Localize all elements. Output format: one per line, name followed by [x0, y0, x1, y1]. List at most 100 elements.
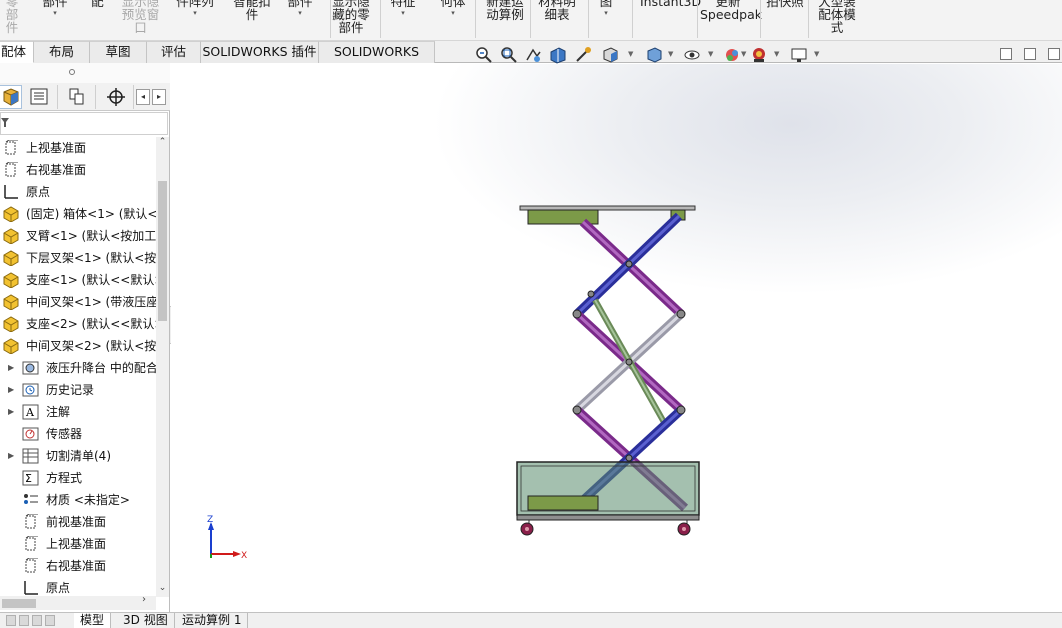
- chevron-down-icon[interactable]: ▼: [814, 50, 819, 58]
- ribbon-button-1[interactable]: 部件 ▾: [38, 0, 72, 18]
- panel-tabs-left-button[interactable]: ◂: [136, 89, 150, 105]
- tab-4[interactable]: SOLIDWORKS 插件: [201, 41, 319, 63]
- ribbon-button-9[interactable]: 何体 ▾: [438, 0, 468, 18]
- prev-tab-icon[interactable]: [19, 615, 29, 626]
- tree-item[interactable]: 下层叉架<1> (默认<按: [0, 247, 156, 269]
- ribbon-button-7[interactable]: 显示隐 藏的零 部件: [330, 0, 372, 34]
- hide-show-items-icon[interactable]: [683, 46, 701, 64]
- tab-3[interactable]: 评估: [147, 41, 201, 63]
- tab-1[interactable]: 布局: [34, 41, 90, 63]
- tree-item[interactable]: 上视基准面: [0, 533, 156, 555]
- graphics-area[interactable]: Z X: [171, 64, 1062, 612]
- ribbon-button-16[interactable]: 大型装 配体模式: [815, 0, 859, 34]
- display-style-icon[interactable]: [645, 46, 663, 64]
- tree-item[interactable]: 支座<2> (默认<<默认>: [0, 313, 156, 335]
- tab-5[interactable]: SOLIDWORKS MBD: [319, 41, 435, 79]
- tree-item[interactable]: 叉臂<1> (默认<按加工: [0, 225, 156, 247]
- chevron-down-icon[interactable]: ▾: [388, 8, 418, 18]
- ribbon-button-5[interactable]: 智能扣件: [228, 0, 276, 21]
- edit-appearance-icon[interactable]: [724, 46, 742, 64]
- chevron-down-icon[interactable]: ▼: [741, 50, 746, 58]
- chevron-down-icon[interactable]: ▾: [595, 8, 617, 18]
- view-settings-icon[interactable]: [790, 46, 808, 64]
- tab-0[interactable]: 配体: [0, 41, 34, 63]
- scroll-up-icon[interactable]: ⌃: [156, 137, 169, 147]
- ribbon-button-10[interactable]: 新建运 动算例: [483, 0, 527, 21]
- hscroll-thumb[interactable]: [2, 599, 36, 608]
- chevron-down-icon[interactable]: ▼: [628, 50, 633, 58]
- base-box[interactable]: [516, 461, 700, 521]
- bottom-tab-1[interactable]: 3D 视图: [117, 613, 175, 628]
- chevron-down-icon[interactable]: ▼: [668, 50, 673, 58]
- expand-arrow-icon[interactable]: ▶: [8, 401, 18, 423]
- tree-item[interactable]: 原点: [0, 577, 156, 597]
- panel-grip[interactable]: [0, 63, 170, 83]
- dynamic-annotation-icon[interactable]: [574, 46, 592, 64]
- ribbon-button-0[interactable]: 零部件: [0, 0, 24, 34]
- expand-arrow-icon[interactable]: ▶: [8, 357, 18, 379]
- scroll-thumb[interactable]: [158, 181, 167, 321]
- tree-item[interactable]: (固定) 箱体<1> (默认<: [0, 203, 156, 225]
- model-view[interactable]: Z X: [171, 64, 1062, 612]
- expand-arrow-icon[interactable]: ▶: [8, 445, 18, 467]
- tree-item[interactable]: ▶ 切割清单(4): [0, 445, 156, 467]
- ribbon-button-2[interactable]: 配: [85, 0, 110, 8]
- tree-item[interactable]: 原点: [0, 181, 156, 203]
- feature-tree-tab[interactable]: [0, 85, 22, 109]
- tile-icon[interactable]: [1024, 48, 1036, 60]
- tree-item[interactable]: 传感器: [0, 423, 156, 445]
- tree-item[interactable]: 支座<1> (默认<<默认>: [0, 269, 156, 291]
- chevron-down-icon[interactable]: ▾: [438, 8, 468, 18]
- tree-item[interactable]: 中间叉架<1> (带液压座: [0, 291, 156, 313]
- ribbon-button-6[interactable]: 部件 ▾: [285, 0, 315, 18]
- tree-item[interactable]: Σ 方程式: [0, 467, 156, 489]
- next-tab-icon[interactable]: [32, 615, 42, 626]
- chevron-down-icon[interactable]: ▼: [774, 50, 779, 58]
- tree-item[interactable]: 右视基准面: [0, 555, 156, 577]
- ribbon-button-8[interactable]: 特征 ▾: [388, 0, 418, 18]
- ribbon-separator: [588, 0, 589, 38]
- restore-pane-icon[interactable]: [1000, 48, 1012, 60]
- ribbon-button-4[interactable]: 件阵列 ▾: [173, 0, 217, 18]
- configuration-manager-tab[interactable]: [60, 85, 96, 109]
- section-view-icon[interactable]: [549, 46, 567, 64]
- tree-vertical-scrollbar[interactable]: ⌃ ⌄: [156, 137, 169, 597]
- view-orientation-icon[interactable]: [601, 46, 619, 64]
- scroll-down-icon[interactable]: ⌄: [156, 583, 169, 593]
- maximize-pane-icon[interactable]: [1048, 48, 1060, 60]
- tree-item[interactable]: 材质 <未指定>: [0, 489, 156, 511]
- scroll-right-icon[interactable]: ›: [142, 594, 146, 605]
- first-tab-icon[interactable]: [6, 615, 16, 626]
- zoom-to-fit-icon[interactable]: [474, 46, 492, 64]
- panel-tabs-right-button[interactable]: ▸: [152, 89, 166, 105]
- tree-item[interactable]: 上视基准面: [0, 137, 156, 159]
- ribbon-button-12[interactable]: 图 ▾: [595, 0, 617, 18]
- chevron-down-icon[interactable]: ▾: [38, 8, 72, 18]
- apply-scene-icon[interactable]: [750, 46, 768, 64]
- ribbon-button-13[interactable]: Instant3D: [640, 0, 701, 8]
- tree-item[interactable]: ▶ A 注解: [0, 401, 156, 423]
- ribbon-button-14[interactable]: 更新 Speedpak: [700, 0, 762, 21]
- tree-item[interactable]: ▶ 历史记录: [0, 379, 156, 401]
- tree-item[interactable]: ▶ 液压升降台 中的配合: [0, 357, 156, 379]
- tree-filter-box[interactable]: [0, 112, 168, 135]
- dimxpert-manager-tab[interactable]: [98, 85, 134, 109]
- last-tab-icon[interactable]: [45, 615, 55, 626]
- tab-2[interactable]: 草图: [90, 41, 147, 63]
- zoom-to-area-icon[interactable]: [499, 46, 517, 64]
- expand-arrow-icon[interactable]: ▶: [8, 379, 18, 401]
- tree-item[interactable]: 右视基准面: [0, 159, 156, 181]
- chevron-down-icon[interactable]: ▼: [708, 50, 713, 58]
- bottom-tab-2[interactable]: 运动算例 1: [176, 613, 249, 628]
- tree-item[interactable]: 中间叉架<2> (默认<按: [0, 335, 156, 357]
- tree-item[interactable]: 前视基准面: [0, 511, 156, 533]
- chevron-down-icon[interactable]: ▾: [173, 8, 217, 18]
- property-manager-tab[interactable]: [22, 85, 58, 109]
- tree-horizontal-scrollbar[interactable]: ›: [0, 594, 156, 610]
- ribbon-button-15[interactable]: 拍快照: [765, 0, 805, 8]
- ribbon-button-3[interactable]: 显示隐 预览窗口: [118, 0, 163, 34]
- previous-view-icon[interactable]: [524, 46, 542, 64]
- bottom-tab-0[interactable]: 模型: [74, 613, 112, 628]
- ribbon-button-11[interactable]: 材料明 细表: [537, 0, 577, 21]
- chevron-down-icon[interactable]: ▾: [285, 8, 315, 18]
